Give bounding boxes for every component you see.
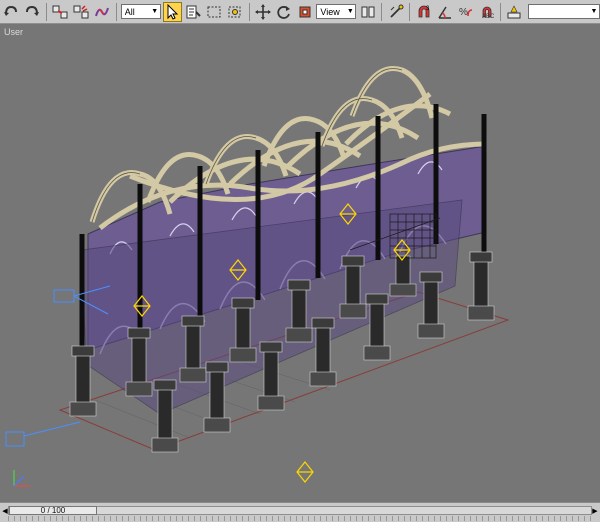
- bind-spacewarp-button[interactable]: [93, 2, 112, 22]
- pivot-center-button[interactable]: [358, 2, 377, 22]
- select-manipulate-button[interactable]: [386, 2, 405, 22]
- reference-coordinate-value: View: [320, 6, 340, 17]
- toolbar-separator: [500, 2, 501, 21]
- selection-filter-dropdown[interactable]: All ▼: [120, 4, 161, 19]
- rotate-icon: [277, 5, 290, 19]
- pivot-center-icon: [361, 6, 375, 17]
- select-scale-button[interactable]: [295, 2, 314, 22]
- rectangular-selection-button[interactable]: [205, 2, 224, 22]
- chevron-down-icon: ▼: [590, 8, 598, 15]
- chevron-down-icon: ▼: [346, 8, 354, 15]
- toolbar-separator: [381, 2, 383, 21]
- toolbar-separator: [115, 2, 117, 21]
- svg-text:%: %: [459, 7, 468, 18]
- undo-button[interactable]: [2, 2, 21, 22]
- axis-tripod: [13, 470, 30, 487]
- select-object-button[interactable]: [162, 1, 182, 22]
- redo-button[interactable]: [23, 2, 42, 22]
- percent-snap-icon: %: [459, 7, 472, 18]
- select-by-name-button[interactable]: [184, 2, 203, 22]
- frame-readout: 0 / 100: [40, 506, 66, 515]
- angle-snap-button[interactable]: [435, 2, 454, 22]
- rect-selection-icon: [207, 6, 221, 17]
- move-icon: [254, 3, 271, 20]
- spacewarp-icon: [95, 7, 110, 16]
- scale-icon: [299, 6, 311, 17]
- window-crossing-button[interactable]: [226, 2, 245, 22]
- edit-named-selections-button[interactable]: [505, 2, 524, 22]
- redo-icon: [26, 5, 40, 16]
- select-link-button[interactable]: [51, 2, 70, 22]
- percent-snap-button[interactable]: %: [456, 2, 475, 22]
- reference-coordinate-dropdown[interactable]: View ▼: [316, 4, 357, 19]
- time-slider-bar: ◀ 0 / 100 ▶: [0, 502, 600, 522]
- time-slider-handle[interactable]: 0 / 100: [9, 506, 97, 515]
- select-move-button[interactable]: [253, 2, 272, 22]
- snaps-toggle-button[interactable]: 3: [414, 2, 433, 22]
- unlink-icon: [73, 4, 89, 18]
- snap-magnet-icon: 3: [418, 5, 430, 17]
- toolbar-separator: [409, 2, 411, 21]
- main-toolbar: All ▼ View ▼ 3 % ▼ ABC: [0, 0, 600, 24]
- link-icon: [52, 5, 68, 18]
- select-by-name-icon: [186, 5, 201, 18]
- toolbar-separator: [45, 2, 47, 21]
- manipulate-icon: [390, 4, 404, 18]
- chevron-right-icon[interactable]: ▶: [590, 506, 600, 515]
- time-slider[interactable]: ◀ 0 / 100 ▶: [2, 506, 598, 515]
- named-selection-set-dropdown[interactable]: ▼: [527, 4, 600, 19]
- cursor-arrow-icon: [167, 3, 179, 20]
- chevron-down-icon: ▼: [151, 8, 159, 15]
- unlink-selection-button[interactable]: [72, 2, 91, 22]
- toolbar-separator: [248, 2, 250, 21]
- named-selections-icon: [507, 4, 521, 18]
- scene-wireframe: [5, 66, 510, 487]
- select-rotate-button[interactable]: [274, 2, 293, 22]
- timeline-ticks: [8, 516, 592, 521]
- undo-icon: [4, 5, 18, 16]
- named-selections-abc-label: ABC: [482, 14, 495, 20]
- selection-filter-value: All: [124, 6, 135, 17]
- angle-snap-icon: [437, 6, 451, 19]
- perspective-viewport[interactable]: User: [0, 24, 600, 502]
- max-window: All ▼ View ▼ 3 % ▼ ABC User ◀ 0 / 100 ▶: [0, 0, 600, 522]
- crossing-icon: [228, 6, 241, 17]
